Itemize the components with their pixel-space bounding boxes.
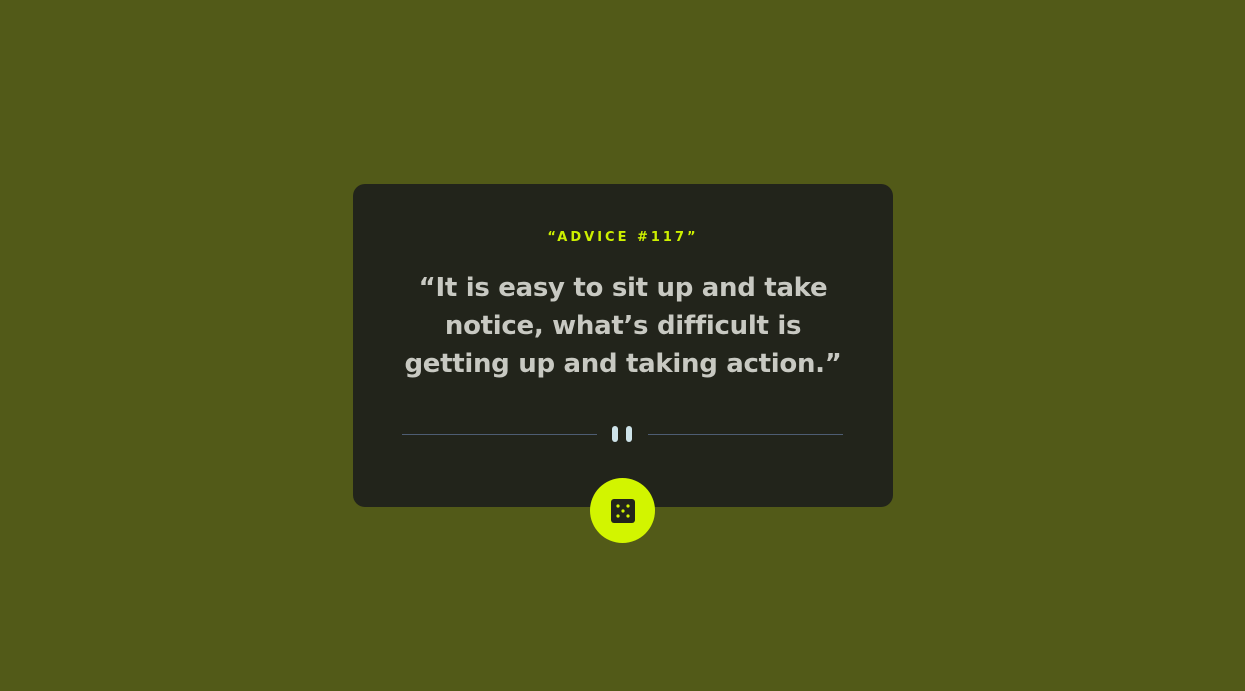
new-advice-button[interactable] [590, 478, 655, 543]
divider [402, 425, 843, 443]
advice-id-label: “ADVICE #117” [547, 230, 699, 245]
advice-quote: “It is easy to sit up and take notice, w… [404, 273, 842, 379]
advice-card: “ADVICE #117” “It is easy to sit up and … [353, 184, 893, 507]
divider-line-right [648, 434, 843, 435]
dice-icon [610, 498, 635, 523]
pause-icon [612, 426, 632, 442]
divider-line-left [402, 434, 597, 435]
